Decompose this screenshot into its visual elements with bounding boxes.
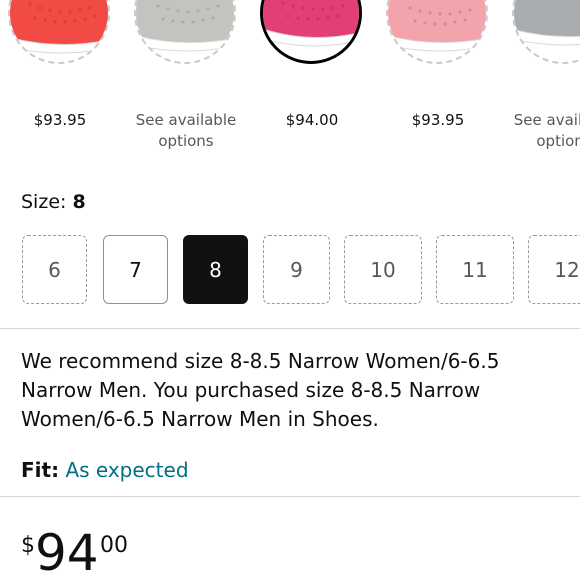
size-label-text: Size: [21, 191, 67, 213]
selected-size-value: 8 [72, 191, 86, 213]
size-option-6[interactable]: 6 [22, 235, 87, 304]
color-swatch-light-gray[interactable]: See available options [126, 0, 252, 160]
size-label: Size: 8 [21, 191, 86, 213]
price-fraction: 00 [100, 533, 128, 558]
swatch-image [386, 0, 488, 64]
size-option-11[interactable]: 11 [436, 235, 514, 304]
fit-label: Fit: [21, 458, 60, 482]
shoe-image-hot-pink [263, 0, 359, 47]
size-option-12[interactable]: 12 [528, 235, 580, 304]
section-divider [0, 496, 580, 497]
swatch-image [260, 0, 362, 64]
shoe-image-light-pink [388, 0, 486, 52]
size-recommendation: We recommend size 8-8.5 Narrow Women/6-6… [21, 349, 500, 431]
size-option-8[interactable]: 8 [183, 235, 248, 304]
color-swatch-hot-pink[interactable]: $94.00 [252, 0, 378, 160]
shoe-image-gray [514, 0, 580, 46]
swatch-price: $93.95 [33, 111, 87, 129]
price-currency-symbol: $ [21, 533, 35, 558]
size-options: 6 7 8 9 10 11 12 [22, 235, 580, 305]
shoe-image-coral [10, 0, 108, 54]
color-swatch-gray[interactable]: See available options [504, 0, 580, 160]
swatch-price: $94.00 [285, 111, 339, 129]
size-option-9[interactable]: 9 [263, 235, 330, 304]
price-whole: 94 [35, 524, 99, 582]
swatch-image [8, 0, 110, 64]
color-swatch-list: $93.95 See available options $94.00 $93.… [0, 0, 580, 165]
color-swatch-light-pink[interactable]: $93.95 [378, 0, 504, 160]
fit-info: Fit: As expected [21, 456, 189, 484]
swatch-see-options[interactable]: See available options [126, 110, 246, 152]
section-divider [0, 328, 580, 329]
color-swatch-coral-red[interactable]: $93.95 [0, 0, 126, 160]
swatch-price: $93.95 [411, 111, 465, 129]
fit-value-link[interactable]: As expected [65, 458, 188, 482]
swatch-image [512, 0, 580, 64]
swatch-see-options[interactable]: See available options [504, 110, 580, 152]
swatch-image [134, 0, 236, 64]
size-option-10[interactable]: 10 [344, 235, 422, 304]
shoe-image-light-gray [136, 0, 234, 52]
size-option-7[interactable]: 7 [103, 235, 168, 304]
